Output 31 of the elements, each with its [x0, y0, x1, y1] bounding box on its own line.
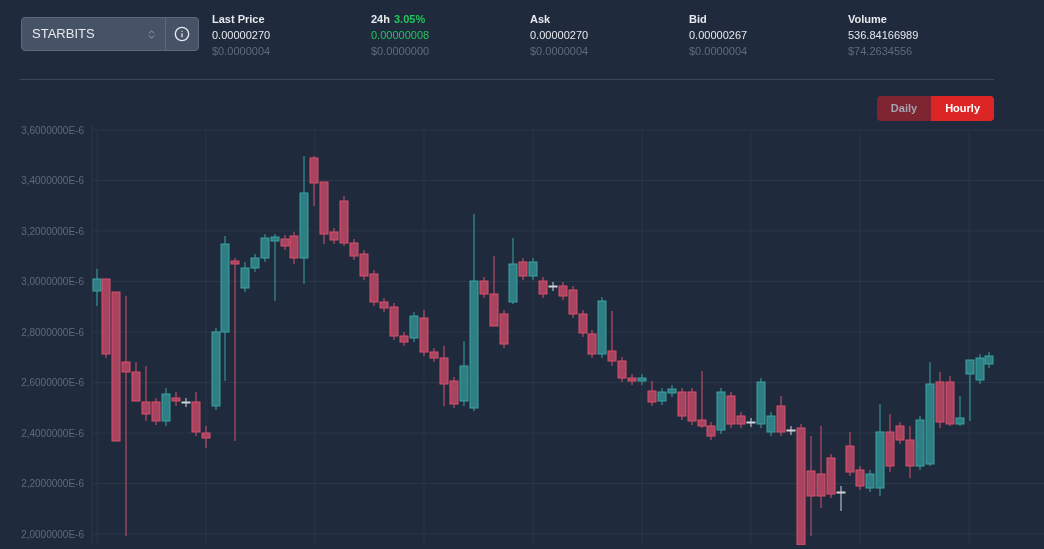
stat-label: Volume: [848, 12, 887, 27]
stat-label: 24h: [371, 12, 390, 27]
stat-label: Last Price: [212, 12, 265, 27]
y-axis-label: 3,4000000E-6: [21, 175, 84, 186]
y-axis-label: 2,6000000E-6: [21, 377, 84, 388]
y-axis-label: 3,2000000E-6: [21, 225, 84, 237]
interval-tab[interactable]: Hourly: [931, 96, 994, 121]
stat-usd-value: $0.0000004: [530, 44, 590, 59]
y-axis-label: 3,6000000E-6: [21, 124, 84, 136]
stat-usd-value: $0.0000000: [371, 44, 431, 59]
stat-usd-value: $0.0000004: [212, 44, 272, 59]
chevrons-up-down-icon: [146, 28, 157, 40]
y-axis-label: 3,0000000E-6: [21, 276, 84, 287]
y-axis-label: 2,4000000E-6: [21, 427, 84, 439]
stat-usd-value: $74.2634556: [848, 44, 914, 59]
info-icon: [174, 26, 190, 42]
stat-label: Bid: [689, 12, 707, 27]
interval-tab[interactable]: Daily: [876, 96, 932, 121]
y-axis-label: 2,8000000E-6: [21, 326, 84, 338]
y-axis-label: 2,2000000E-6: [21, 478, 84, 489]
stat-label: Ask: [530, 12, 551, 27]
stat-value: 0.00000267: [689, 28, 749, 43]
market-selector[interactable]: STARBITS: [21, 17, 199, 51]
y-axis-label: 2,0000000E-6: [21, 528, 84, 540]
stat-usd-value: $0.0000004: [689, 44, 749, 59]
stat-value: 0.00000270: [530, 28, 590, 43]
stat-value: 0.00000008: [371, 28, 431, 43]
stat-value: 0.00000270: [212, 28, 272, 43]
change-percent: 3.05%: [393, 12, 426, 27]
stat-value: 536.84166989: [848, 28, 920, 43]
market-name: STARBITS: [32, 25, 96, 44]
